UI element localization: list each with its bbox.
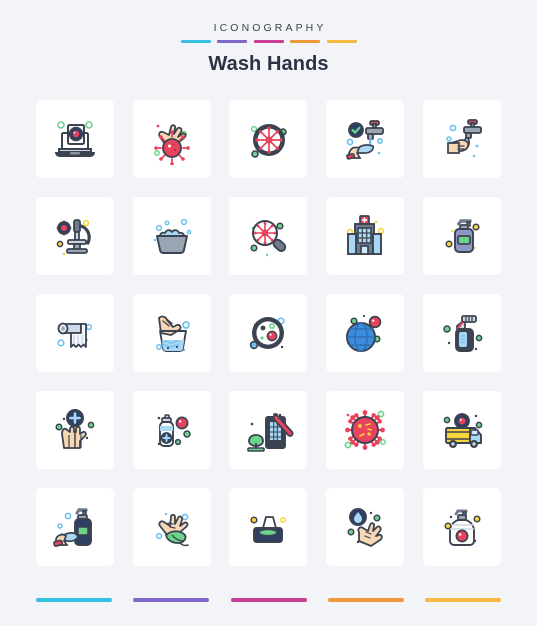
globe-virus-icon [346,314,382,352]
icon-card[interactable] [422,294,501,372]
toilet-paper-roll-icon [57,322,93,348]
icon-grid [36,100,501,566]
icon-card[interactable] [326,488,405,566]
footer-bar-yellow [425,598,501,602]
accent-bar-orange [290,40,320,43]
hospital-building-icon [346,215,385,255]
building-closed-icon [247,413,294,452]
hands-medical-plus-icon [55,409,95,449]
footer-bar-cyan [36,598,112,602]
spray-bottle-icon [443,315,483,352]
icon-card[interactable] [36,100,114,178]
icon-pack-poster: ICONOGRAPHY Wash Hands [0,0,537,626]
icon-card[interactable] [229,197,308,275]
faucet-washing-hands-icon [446,119,482,158]
virus-large-icon [344,410,387,450]
icon-card[interactable] [326,294,405,372]
hands-virus-icon [153,124,190,165]
page-title: Wash Hands [208,52,329,75]
accent-bar-cyan [180,40,211,43]
water-drop-hands-icon [347,508,383,547]
footer-bar-purple [133,598,210,602]
icon-card[interactable] [326,197,405,275]
icon-card[interactable] [229,100,308,178]
soap-dispenser-bottle-icon [445,219,480,253]
soap-bottle-virus-icon [444,509,481,546]
icon-card[interactable] [326,391,405,469]
sanitizer-bottle-virus-icon [157,414,191,447]
microscope-virus-icon [56,219,91,256]
icon-card[interactable] [422,391,501,469]
accent-bar-yellow [326,40,357,43]
tissue-box-icon [250,516,287,543]
icon-card[interactable] [132,488,211,566]
icon-card[interactable] [229,294,308,372]
icon-card[interactable] [229,391,308,469]
virus-circle-icon [251,124,288,158]
accent-bar-purple [217,40,247,43]
eyebrow-label: ICONOGRAPHY [213,22,327,34]
magnifier-virus-icon [250,220,287,257]
petri-dish-culture-icon [250,317,286,350]
wash-basin-bubbles-icon [153,218,191,254]
delivery-truck-virus-icon [443,413,483,448]
hand-soap-pump-icon [53,508,92,547]
icon-card[interactable] [132,391,211,469]
icon-card[interactable] [36,391,114,469]
footer-bar-orange [327,598,404,602]
icon-card[interactable] [422,197,501,275]
icon-card[interactable] [229,488,308,566]
icon-card[interactable] [132,100,211,178]
icon-card[interactable] [326,100,405,178]
icon-card[interactable] [422,100,501,178]
icon-card[interactable] [422,488,501,566]
poster-header: ICONOGRAPHY Wash Hands [0,0,537,76]
faucet-hand-check-icon [346,120,384,160]
footer-bar-magenta [230,598,307,602]
laptop-virus-scan-icon [55,121,95,157]
header-accent-bars [180,40,357,43]
icon-card[interactable] [36,488,114,566]
footer-accent-bars [36,598,501,602]
hands-in-water-basin-icon [155,315,190,352]
icon-card[interactable] [132,294,211,372]
icon-card[interactable] [36,294,114,372]
icon-card[interactable] [132,197,211,275]
icon-card[interactable] [36,197,114,275]
hands-drying-towel-icon [155,512,189,547]
accent-bar-magenta [253,40,284,43]
